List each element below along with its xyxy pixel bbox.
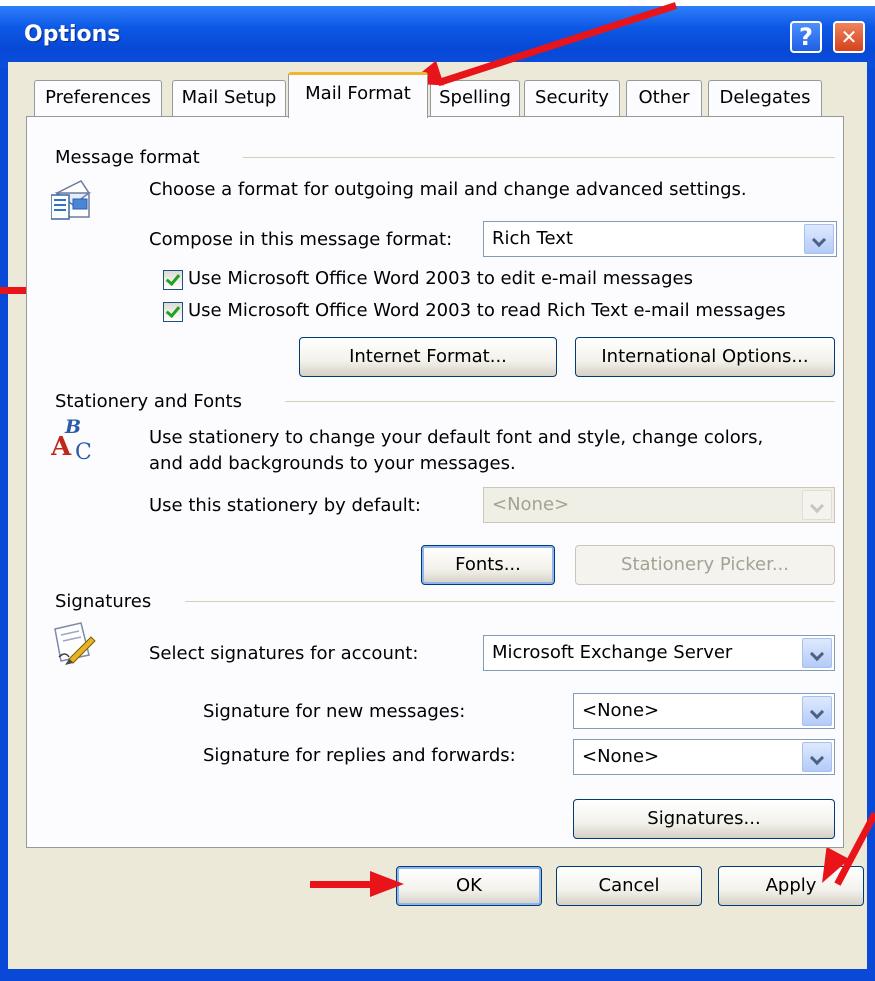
fonts-button[interactable]: Fonts... — [421, 545, 555, 585]
stationery-description-line-2: and add backgrounds to your messages. — [149, 453, 516, 474]
use-word-edit-checkbox[interactable] — [163, 270, 183, 290]
signature-reply-label: Signature for replies and forwards: — [203, 745, 516, 766]
chevron-down-icon[interactable] — [802, 696, 832, 726]
tab-delegates[interactable]: Delegates — [708, 80, 822, 116]
chevron-down-icon[interactable] — [802, 638, 832, 668]
dialog-title: Options — [24, 22, 121, 47]
cancel-button[interactable]: Cancel — [556, 866, 702, 906]
compose-format-value: Rich Text — [492, 228, 573, 249]
message-format-divider — [243, 157, 835, 158]
use-word-read-checkbox[interactable] — [163, 302, 183, 322]
use-word-read-label[interactable]: Use Microsoft Office Word 2003 to read R… — [188, 300, 786, 321]
svg-text:A: A — [51, 432, 72, 462]
signature-account-select[interactable]: Microsoft Exchange Server — [483, 635, 835, 671]
compose-format-select[interactable]: Rich Text — [483, 221, 837, 257]
stationery-description-line-1: Use stationery to change your default fo… — [149, 427, 764, 448]
stationery-fonts-divider — [285, 401, 835, 402]
annotation-arrow-ok-head — [370, 871, 404, 897]
signature-pen-icon — [54, 622, 96, 665]
signatures-divider — [185, 601, 835, 602]
tab-security[interactable]: Security — [524, 80, 620, 116]
signature-account-value: Microsoft Exchange Server — [492, 642, 733, 663]
chevron-down-icon[interactable] — [802, 490, 832, 520]
stationery-fonts-group-label: Stationery and Fonts — [55, 391, 242, 412]
chevron-down-icon[interactable] — [804, 224, 834, 254]
close-button[interactable]: ✕ — [833, 21, 865, 53]
chevron-down-icon[interactable] — [802, 742, 832, 772]
title-bar[interactable]: Options ? ✕ — [0, 6, 875, 68]
signature-reply-value: <None> — [582, 746, 660, 767]
stationery-picker-button[interactable]: Stationery Picker... — [575, 545, 835, 585]
abc-fonts-icon: B A C — [51, 416, 92, 463]
message-format-group-label: Message format — [55, 147, 200, 168]
tab-mail-setup[interactable]: Mail Setup — [172, 80, 286, 116]
signature-new-value: <None> — [582, 700, 660, 721]
internet-format-button[interactable]: Internet Format... — [299, 337, 557, 377]
signatures-button[interactable]: Signatures... — [573, 799, 835, 839]
message-format-description: Choose a format for outgoing mail and ch… — [149, 179, 747, 200]
compose-format-label: Compose in this message format: — [149, 229, 453, 250]
svg-text:C: C — [75, 440, 92, 463]
tab-mail-format[interactable]: Mail Format — [288, 72, 428, 118]
annotation-arrow-ok-shaft — [310, 881, 370, 888]
signature-account-label: Select signatures for account: — [149, 643, 419, 664]
envelope-document-icon — [51, 180, 92, 220]
signature-new-select[interactable]: <None> — [573, 693, 835, 729]
ok-button[interactable]: OK — [396, 866, 542, 906]
help-button[interactable]: ? — [790, 21, 822, 53]
mail-format-tab-page: Message format Choose a format for outgo… — [26, 116, 844, 848]
signature-reply-select[interactable]: <None> — [573, 739, 835, 775]
signatures-group-label: Signatures — [55, 591, 152, 612]
stationery-default-label: Use this stationery by default: — [149, 495, 421, 516]
international-options-button[interactable]: International Options... — [575, 337, 835, 377]
use-word-edit-label[interactable]: Use Microsoft Office Word 2003 to edit e… — [188, 268, 693, 289]
stationery-default-value: <None> — [492, 494, 570, 515]
tab-other[interactable]: Other — [626, 80, 702, 116]
tab-preferences[interactable]: Preferences — [34, 80, 162, 116]
stationery-default-select[interactable]: <None> — [483, 487, 835, 523]
signature-new-label: Signature for new messages: — [203, 701, 466, 722]
